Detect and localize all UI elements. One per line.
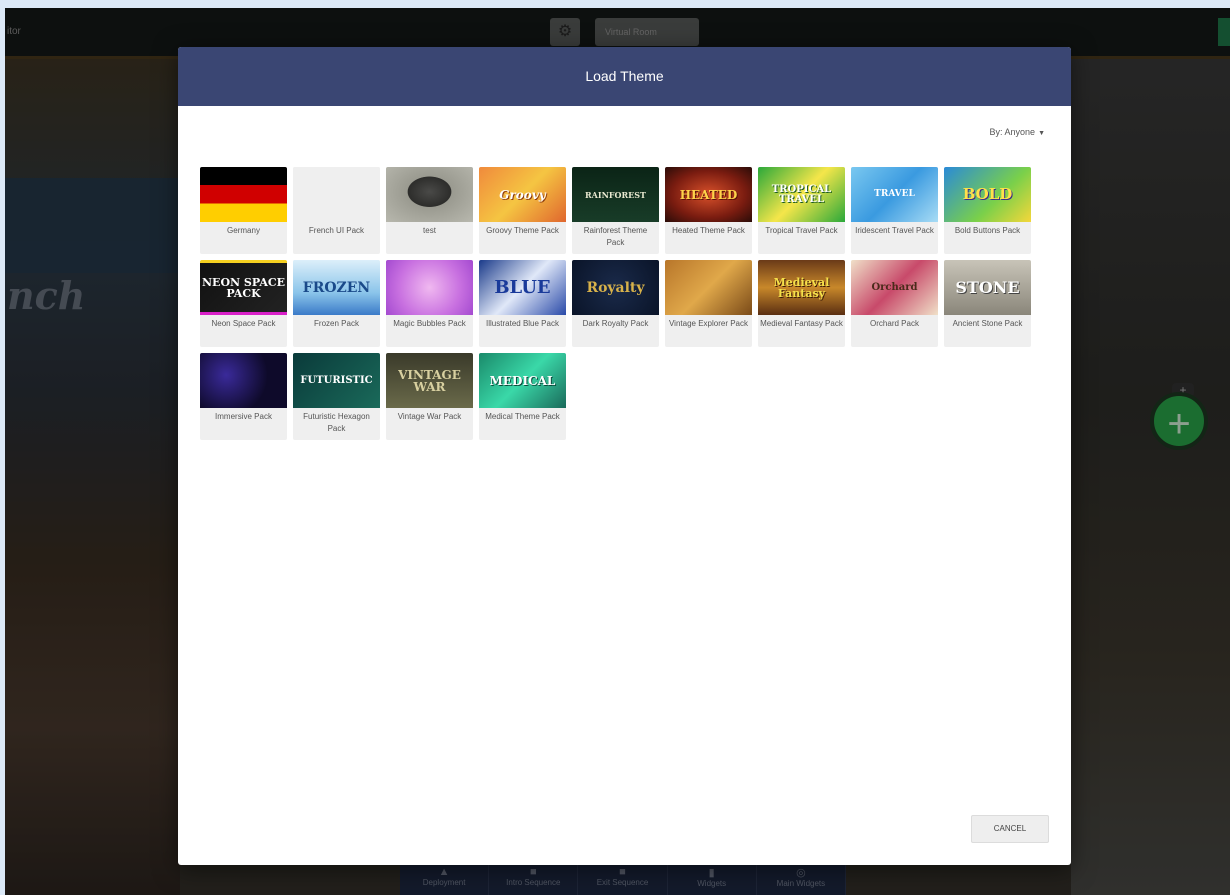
theme-card[interactable]: HEATED Heated Theme Pack [665,167,752,254]
theme-thumbnail [200,167,287,222]
theme-card[interactable]: BLUE Illustrated Blue Pack [479,260,566,347]
theme-label: Medical Theme Pack [485,412,560,421]
theme-label: Frozen Pack [314,319,359,328]
theme-card[interactable]: TRAVEL Iridescent Travel Pack [851,167,938,254]
theme-card[interactable]: FROZEN Frozen Pack [293,260,380,347]
cancel-button[interactable]: CANCEL [971,815,1049,843]
theme-card[interactable]: BOLD Bold Buttons Pack [944,167,1031,254]
theme-card[interactable]: test [386,167,473,254]
theme-thumbnail: Groovy [479,167,566,222]
theme-thumbnail: Orchard [851,260,938,315]
theme-label: Bold Buttons Pack [954,226,1021,235]
theme-grid: Germany French UI Pack test Groovy Groovy… [200,167,1040,440]
theme-card[interactable]: Germany [200,167,287,254]
theme-card[interactable]: Orchard Orchard Pack [851,260,938,347]
theme-label: Ancient Stone Pack [952,319,1023,328]
theme-thumbnail: FUTURISTIC [293,353,380,408]
owner-filter-label: By: Anyone [989,127,1036,137]
theme-card[interactable]: Groovy Groovy Theme Pack [479,167,566,254]
theme-label: Futuristic Hexagon Pack [303,412,370,433]
theme-card[interactable]: Vintage Explorer Pack [665,260,752,347]
theme-label: Orchard Pack [870,319,919,328]
theme-thumbnail: STONE [944,260,1031,315]
theme-label: Magic Bubbles Pack [393,319,466,328]
theme-thumbnail: TROPICAL TRAVEL [758,167,845,222]
theme-label: Vintage Explorer Pack [668,319,748,328]
theme-card[interactable]: VINTAGE WAR Vintage War Pack [386,353,473,440]
theme-thumbnail: BOLD [944,167,1031,222]
theme-label: Tropical Travel Pack [765,226,838,235]
theme-thumbnail: VINTAGE WAR [386,353,473,408]
theme-label: French UI Pack [308,226,365,235]
theme-card[interactable]: Medieval Fantasy Medieval Fantasy Pack [758,260,845,347]
theme-card[interactable]: French UI Pack [293,167,380,254]
theme-thumbnail [293,167,380,222]
theme-label: Neon Space Pack [211,319,276,328]
theme-label: Groovy Theme Pack [486,226,559,235]
theme-thumbnail: FROZEN [293,260,380,315]
theme-thumbnail: BLUE [479,260,566,315]
theme-thumbnail [386,167,473,222]
theme-thumbnail: RAINFOREST [572,167,659,222]
theme-label: Immersive Pack [215,412,272,421]
theme-label: Rainforest Theme Pack [583,226,648,247]
theme-thumbnail: MEDICAL [479,353,566,408]
theme-label: Medieval Fantasy Pack [760,319,843,328]
theme-card[interactable]: RAINFOREST Rainforest Theme Pack [572,167,659,254]
theme-card[interactable]: Immersive Pack [200,353,287,440]
theme-thumbnail: TRAVEL [851,167,938,222]
theme-thumbnail [665,260,752,315]
theme-card[interactable]: Magic Bubbles Pack [386,260,473,347]
theme-thumbnail: HEATED [665,167,752,222]
theme-thumbnail: Medieval Fantasy [758,260,845,315]
theme-card[interactable]: TROPICAL TRAVEL Tropical Travel Pack [758,167,845,254]
theme-label: Illustrated Blue Pack [486,319,559,328]
theme-thumbnail: NEON SPACE PACK [200,260,287,315]
theme-card[interactable]: NEON SPACE PACK Neon Space Pack [200,260,287,347]
theme-card[interactable]: MEDICAL Medical Theme Pack [479,353,566,440]
theme-thumbnail [200,353,287,408]
theme-thumbnail [386,260,473,315]
theme-card[interactable]: FUTURISTIC Futuristic Hexagon Pack [293,353,380,440]
load-theme-dialog: Load Theme By: Anyone ▼ Germany French UI… [178,47,1071,865]
owner-filter-dropdown[interactable]: By: Anyone ▼ [990,127,1045,137]
theme-label: Iridescent Travel Pack [855,226,934,235]
theme-card[interactable]: Royalty Dark Royalty Pack [572,260,659,347]
dialog-title: Load Theme [178,47,1071,106]
theme-label: test [423,226,436,235]
theme-label: Dark Royalty Pack [582,319,649,328]
theme-label: Heated Theme Pack [672,226,745,235]
theme-thumbnail: Royalty [572,260,659,315]
theme-label: Vintage War Pack [397,412,462,421]
chevron-down-icon: ▼ [1038,130,1045,137]
theme-card[interactable]: STONE Ancient Stone Pack [944,260,1031,347]
theme-label: Germany [227,226,260,235]
